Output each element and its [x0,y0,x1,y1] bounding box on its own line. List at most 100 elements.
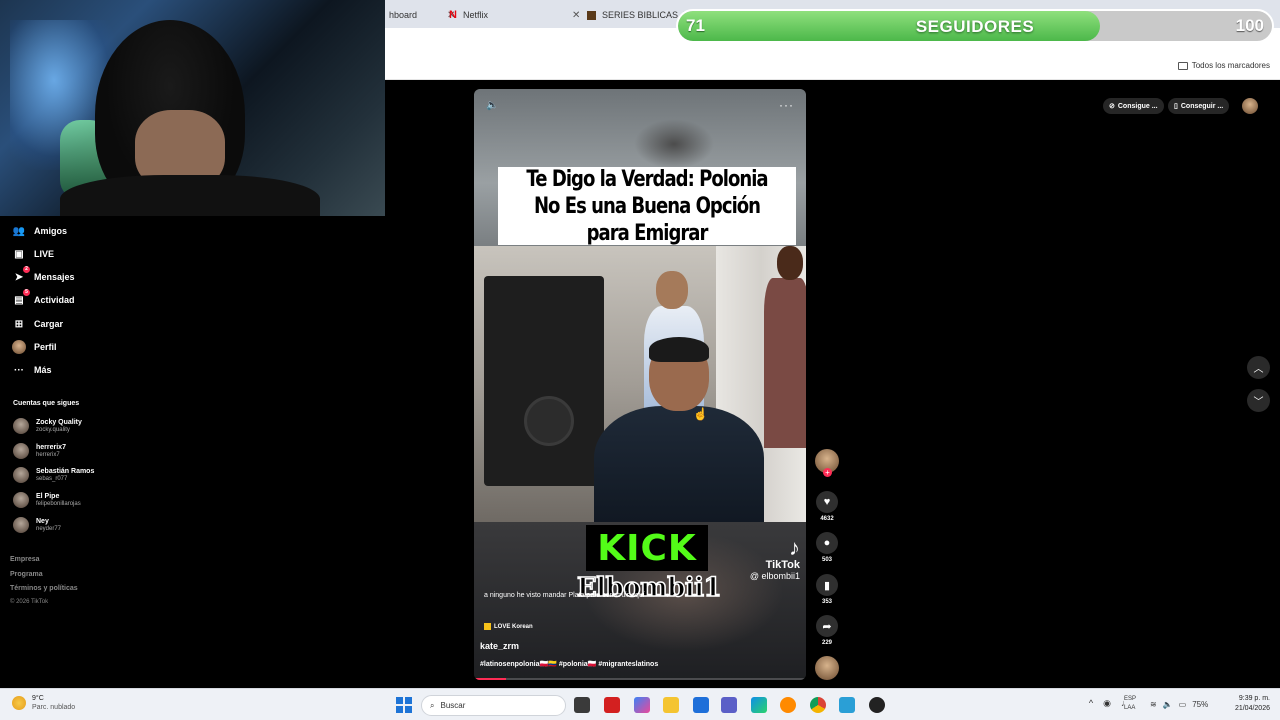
chevron-up-icon: ︿ [1253,364,1264,375]
volume-icon[interactable]: 🔈 [486,100,498,111]
save-button[interactable]: ▮ 353 [812,574,842,605]
system-status[interactable]: ≋ 🔈 ▭ 75% [1150,700,1208,709]
volume-icon: 🔈 [1162,700,1173,709]
previous-video-button[interactable]: ︿ [1247,356,1270,379]
app-dark-icon[interactable] [869,697,885,713]
sound-avatar-button[interactable] [812,656,842,680]
live-icon: ▣ [14,248,24,260]
sidebar-item-label: Actividad [34,295,75,305]
following-account[interactable]: herrerix7 herrerix7 [13,443,66,459]
next-video-button[interactable]: ﹀ [1247,389,1270,412]
edge-icon[interactable] [751,697,767,713]
copyright: © 2026 TikTok [10,599,49,605]
sidebar-item-actividad[interactable]: ▤ 5 Actividad [12,289,75,307]
save-count: 353 [821,599,832,605]
weather-widget[interactable]: 9°C Parc. nublado [12,694,75,712]
pill-label: Conseguir ... [1180,102,1224,110]
wifi-icon: ≋ [1150,700,1157,709]
following-account[interactable]: Zocky Quality zocky.quality [13,418,82,434]
video-hashtags[interactable]: #latinosenpolonia🇵🇱🇨🇴 #polonia🇵🇱 #migran… [480,660,658,668]
folder-icon [1177,61,1188,70]
account-username: zocky.quality [36,426,70,433]
clock[interactable]: 9:39 p. m. 21/04/2026 [1235,694,1270,714]
followers-goal-bar: 71 SEGUIDORES 100 [676,9,1274,43]
more-icon: ··· [14,364,24,376]
close-icon[interactable]: ✕ [572,10,580,21]
mouse-cursor-icon: ☝ [693,407,708,421]
sidebar-item-label: Cargar [34,319,64,329]
kick-logo-text: KICK [597,527,697,569]
teams-icon[interactable] [721,697,737,713]
windows-start-icon[interactable] [396,697,412,713]
video-player[interactable]: Te Digo la Verdad: Polonia No Es una Bue… [474,89,806,680]
sidebar-item-label: Más [34,365,52,375]
followers-label: SEGUIDORES [915,17,1035,36]
sidebar-item-amigos[interactable]: 👥 Amigos [12,224,67,238]
creator-avatar-button[interactable]: + [812,449,842,477]
account-username: sebas_r077 [36,475,68,482]
chevron-down-icon: ﹀ [1253,397,1264,408]
file-explorer-icon[interactable] [663,697,679,713]
following-account[interactable]: El Pipe felipebonillarojas [13,492,81,508]
video-caption: a ninguno he visto mandar Plata para con… [484,592,645,599]
sidebar-item-label: Mensajes [34,272,75,282]
footer-link-empresa[interactable]: Empresa [10,556,40,563]
profile-avatar[interactable] [1242,98,1258,114]
lang-secondary: LAA [1124,705,1136,711]
sidebar-item-mensajes[interactable]: ➤ 2 Mensajes [12,266,75,284]
weather-temp: 9°C [32,695,44,702]
weather-desc: Parc. nublado [32,704,76,711]
footer-link-programa[interactable]: Programa [10,571,43,578]
following-account[interactable]: Ney neyder77 [13,517,61,533]
share-button[interactable]: ➦ 229 [812,615,842,646]
netflix-icon: N [449,9,457,21]
sidebar-item-perfil[interactable]: Perfil [12,340,57,354]
sidebar-item-live[interactable]: ▣ LIVE [12,247,54,261]
app-blue-icon[interactable] [839,697,855,713]
following-account[interactable]: Sebastián Ramos sebas_r077 [13,467,94,483]
taskbar-search[interactable]: ⌕ Buscar [421,695,566,716]
follow-plus-icon[interactable]: + [823,468,832,477]
comment-button[interactable]: ● 503 [812,532,842,563]
clock-date: 21/04/2026 [1234,705,1270,712]
avatar [13,443,29,459]
avatar [13,517,29,533]
more-options-icon[interactable]: ··· [779,98,794,112]
get-app-button[interactable]: ▯ Conseguir ... [1168,98,1230,114]
sidebar-item-mas[interactable]: ··· Más [12,363,52,377]
search-placeholder: Buscar [440,701,466,710]
all-bookmarks-button[interactable]: Todos los marcadores [1177,61,1270,70]
music-tag[interactable]: LOVE Korean [484,623,533,630]
chrome-icon[interactable] [810,697,826,713]
task-view-icon[interactable] [574,697,590,713]
sidebar-item-label: Perfil [34,342,57,352]
all-bookmarks-label: Todos los marcadores [1191,61,1270,70]
app-tray-icon[interactable]: ◉ [1103,698,1111,709]
defender-icon[interactable] [693,697,709,713]
followers-goal: 100 [1235,16,1264,35]
video-progress-bar[interactable] [474,678,806,680]
watermark-handle: @ elbombii1 [749,571,800,581]
language-indicator[interactable]: ESP LAA [1124,695,1136,713]
like-count: 4632 [820,516,834,522]
battery-percent: 75% [1192,700,1209,709]
sidebar: 👥 Amigos ▣ LIVE ➤ 2 Mensajes ▤ 5 Actividad… [0,216,385,688]
pill-label: Consigue ... [1117,102,1158,110]
chevron-up-icon[interactable]: ^ [1089,698,1093,709]
tab-netflix[interactable]: N Netflix ✕ [445,4,580,26]
sidebar-item-cargar[interactable]: ⊞ Cargar [12,317,63,331]
video-author[interactable]: kate_zrm [480,641,519,651]
avatar: + [815,449,839,477]
coin-icon: ⊘ [1109,103,1115,110]
kick-logo: KICK [586,525,708,571]
copilot-icon[interactable] [634,697,650,713]
account-name: Zocky Quality [36,418,82,426]
app-circle-icon[interactable] [780,697,796,713]
screen: hboard ✕ N Netflix ✕ SERIES BIBLICAS .NE… [0,0,1280,720]
app-l-icon[interactable] [604,697,620,713]
account-username: felipebonillarojas [36,500,81,507]
footer-link-terminos[interactable]: Términos y políticas [10,585,78,592]
get-coins-button[interactable]: ⊘ Consigue ... [1103,98,1164,114]
bookmarks-bar: Todos los marcadores [385,54,1280,80]
like-button[interactable]: ♥ 4632 [812,491,842,522]
